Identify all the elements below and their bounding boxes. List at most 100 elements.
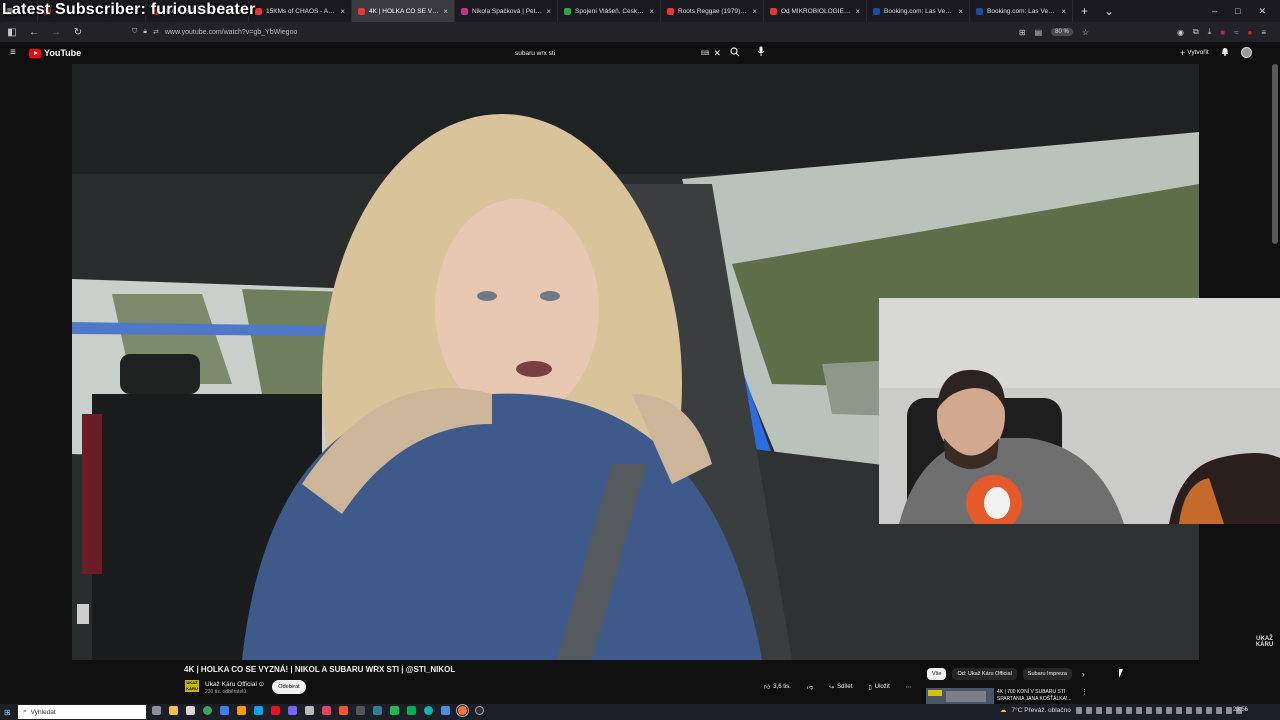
tab-close-icon[interactable]: × — [649, 7, 654, 16]
browser-tab[interactable]: Od MIKROBIOLOGIE ke STi × — [764, 0, 867, 22]
create-button[interactable]: + Vytvořit — [1180, 48, 1209, 58]
recommended-video-thumbnail[interactable] — [926, 688, 994, 704]
tab-close-icon[interactable]: × — [752, 7, 757, 16]
filter-chip[interactable]: Od: Ukaž Káru Official — [952, 668, 1017, 680]
forward-arrow-icon[interactable]: → — [50, 27, 62, 38]
zoom-level-button[interactable]: 80 % — [1051, 28, 1073, 36]
new-tab-button[interactable]: + — [1073, 4, 1096, 18]
tray-icon-16[interactable] — [1225, 706, 1232, 714]
shield-icon[interactable]: ⛉ — [132, 28, 137, 36]
tray-icon-4[interactable] — [1105, 706, 1112, 714]
firefox-icon[interactable] — [456, 704, 469, 717]
tray-icon-2[interactable] — [1085, 706, 1092, 714]
tab-close-icon[interactable]: × — [1061, 7, 1066, 16]
app-icon-15[interactable] — [390, 706, 399, 715]
url-text[interactable]: www.youtube.com/watch?v=gb_YbWiegoo — [165, 29, 298, 36]
browser-tab[interactable]: Booking.com: Las Vegas - h× — [867, 0, 970, 22]
obs-icon[interactable] — [475, 706, 484, 715]
recommendation-more-icon[interactable]: ⋮ — [1081, 688, 1088, 696]
taskbar-search-input[interactable]: ⌕ Vyhledat — [18, 705, 146, 719]
tray-icon-10[interactable] — [1165, 706, 1172, 714]
chrome-icon[interactable] — [203, 706, 212, 715]
file-explorer-icon[interactable] — [169, 706, 178, 715]
browser-tab[interactable]: 4K | HOLKA CO SE VYZ × — [352, 0, 455, 22]
browser-tab[interactable]: 15KMs of CHAOS - Abando × — [249, 0, 352, 22]
reader-view-icon[interactable]: ▤ — [1035, 28, 1043, 37]
tab-close-icon[interactable]: × — [546, 7, 551, 16]
search-query[interactable]: subaru wrx sti — [515, 50, 555, 57]
sidebar-toggle-icon[interactable]: ◧ — [6, 27, 18, 38]
task-view-icon[interactable] — [152, 706, 161, 715]
app-icon-16[interactable] — [407, 706, 416, 715]
app-icon-7[interactable] — [254, 706, 263, 715]
page-scrollbar[interactable] — [1272, 64, 1278, 244]
app-icon-9[interactable] — [288, 706, 297, 715]
tab-close-icon[interactable]: × — [340, 7, 345, 16]
save-button[interactable]: ▯ Uložit — [864, 680, 893, 694]
browser-tab[interactable]: Booking.com: Las Vegas - h× — [970, 0, 1073, 22]
tab-close-icon[interactable]: × — [855, 7, 860, 16]
tray-icon-12[interactable] — [1185, 706, 1192, 714]
maximize-button[interactable]: □ — [1235, 6, 1240, 17]
tray-icon-9[interactable] — [1155, 706, 1162, 714]
browser-tab[interactable]: Nikola Špačková | Petrolhe × — [455, 0, 558, 22]
subscribe-button[interactable]: Odebírat — [272, 680, 306, 694]
extension-icon-1[interactable]: ■ — [1220, 28, 1225, 37]
user-avatar[interactable] — [1240, 47, 1252, 58]
extension-icon-2[interactable]: ≈ — [1234, 28, 1238, 37]
dislike-button[interactable]: 👎︎ — [803, 680, 817, 694]
microphone-icon[interactable] — [757, 46, 765, 59]
youtube-logo[interactable]: YouTube — [29, 48, 81, 58]
search-icon[interactable] — [730, 47, 740, 60]
app-icon-8[interactable] — [271, 706, 280, 715]
tray-icon-3[interactable] — [1095, 706, 1102, 714]
app-icon-13[interactable] — [356, 706, 365, 715]
app-icon-14[interactable] — [373, 706, 382, 715]
lock-icon[interactable]: 🔒︎ — [143, 28, 147, 36]
tray-icon-1[interactable] — [1075, 706, 1082, 714]
channel-name[interactable]: Ukaž Káru Official ⊙ — [205, 680, 264, 688]
edge-icon[interactable] — [424, 706, 433, 715]
channel-watermark[interactable]: UKAŽ KÁRU — [1249, 636, 1280, 648]
account-icon[interactable]: ◉ — [1177, 28, 1184, 37]
tab-close-icon[interactable]: × — [958, 7, 963, 16]
filter-chip[interactable]: Subaru Impreza — [1022, 668, 1072, 680]
app-icon-3[interactable] — [186, 706, 195, 715]
tray-icon-11[interactable] — [1175, 706, 1182, 714]
like-button[interactable]: 👍︎ 3,6 tis. — [760, 680, 795, 694]
tray-icon-6[interactable] — [1125, 706, 1132, 714]
taskbar-clock[interactable]: 23:56 — [1233, 707, 1248, 713]
notifications-bell-icon[interactable] — [1221, 47, 1229, 58]
clear-search-icon[interactable]: ✕ — [713, 48, 721, 59]
extension-icon-3[interactable]: ● — [1247, 28, 1252, 37]
guide-menu-icon[interactable]: ≡ — [10, 47, 16, 58]
keyboard-icon[interactable]: ⌨ — [701, 50, 710, 57]
tab-close-icon[interactable]: × — [443, 7, 448, 16]
chips-next-icon[interactable]: › — [1082, 670, 1085, 679]
app-icon-18[interactable] — [441, 706, 450, 715]
search-input[interactable]: subaru wrx sti ⌨ ✕ — [510, 46, 724, 60]
translate-icon[interactable]: ⊞ — [1019, 28, 1026, 37]
address-bar[interactable]: ⛉ 🔒︎ ⇄ www.youtube.com/watch?v=gb_YbWieg… — [132, 24, 1102, 40]
app-icon-11[interactable] — [322, 706, 331, 715]
extensions-icon[interactable]: ⧉ — [1193, 27, 1199, 37]
weather-text[interactable]: 7°C Převáž. oblačno — [1012, 707, 1071, 714]
bookmark-star-icon[interactable]: ☆ — [1082, 28, 1089, 37]
more-actions-button[interactable]: ⋯ — [902, 680, 916, 694]
recommended-video-title[interactable]: 4K | 700 KONÍ V SUBARU STI SPARTANIA JAN… — [997, 689, 1077, 703]
app-icon-6[interactable] — [237, 706, 246, 715]
close-window-button[interactable]: ✕ — [1258, 6, 1266, 17]
browser-tab[interactable]: Spojení Vlášeň, Česko, P... × — [558, 0, 661, 22]
tray-icon-8[interactable] — [1145, 706, 1152, 714]
downloads-icon[interactable]: ⤓ — [1208, 27, 1212, 37]
tray-icon-14[interactable] — [1205, 706, 1212, 714]
browser-tab[interactable]: Roots Reggae (1979) [Lost × — [661, 0, 764, 22]
windows-start-icon[interactable]: ⊞ — [4, 708, 11, 717]
brave-icon[interactable] — [339, 706, 348, 715]
menu-hamburger-icon[interactable]: ≡ — [1261, 28, 1266, 37]
tab-list-dropdown[interactable]: ⌄ — [1096, 4, 1122, 18]
tray-icon-7[interactable] — [1135, 706, 1142, 714]
permissions-icon[interactable]: ⇄ — [153, 28, 159, 36]
app-icon-5[interactable] — [220, 706, 229, 715]
app-icon-10[interactable] — [305, 706, 314, 715]
